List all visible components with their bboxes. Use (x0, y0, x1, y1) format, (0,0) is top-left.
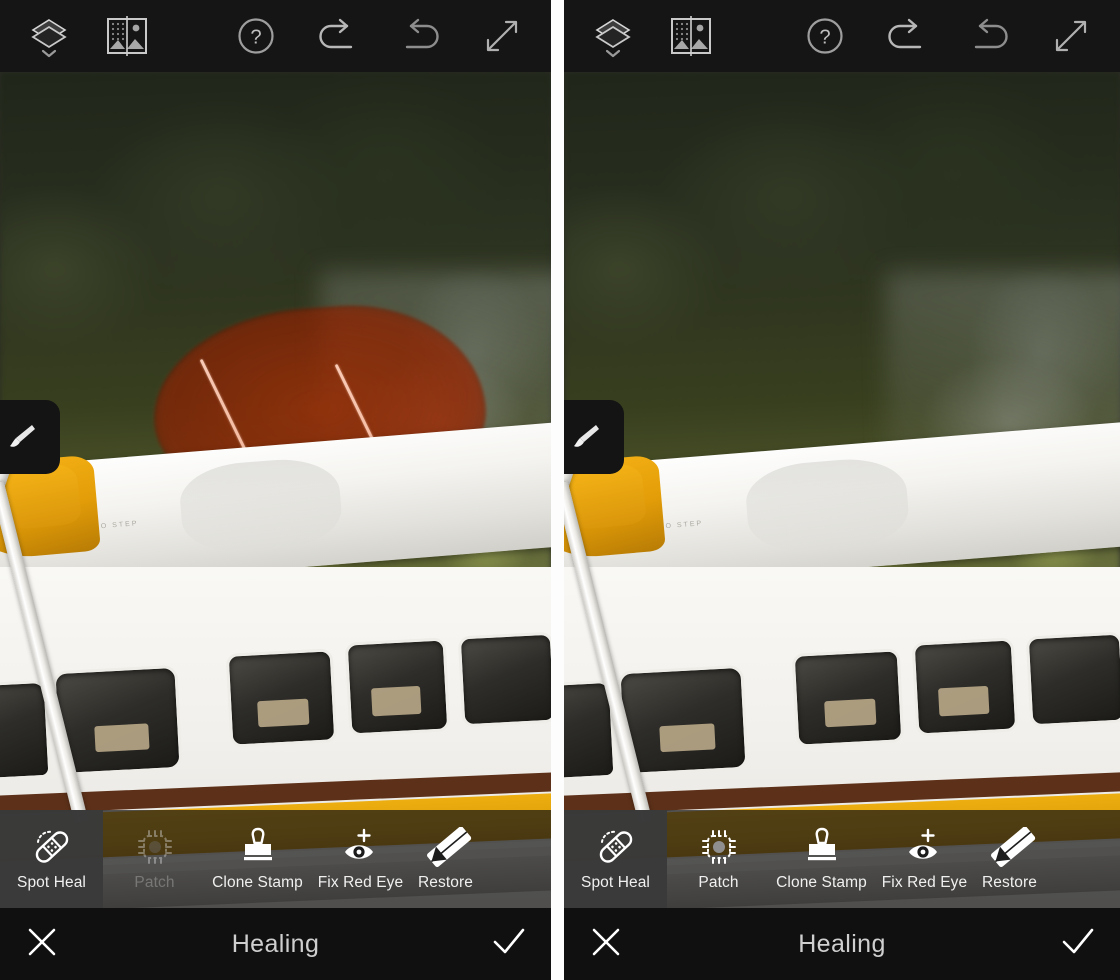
panel-title: Healing (798, 929, 886, 958)
red-eye-icon (902, 827, 948, 867)
patch-icon (697, 827, 741, 867)
layers-icon[interactable] (26, 13, 72, 59)
eraser-icon (984, 826, 1044, 867)
bottom-action-bar: Healing (0, 908, 551, 980)
tool-restore[interactable]: Restore (412, 810, 482, 908)
tool-label: Patch (698, 873, 739, 891)
svg-text:?: ? (819, 27, 830, 49)
patch-icon (133, 827, 177, 867)
top-toolbar: ? (0, 0, 551, 72)
close-icon (22, 922, 62, 967)
brush-icon (565, 415, 609, 459)
bandage-icon (593, 827, 639, 867)
healing-tool-strip: Spot Heal Patch Clone Stamp Fix Red Eye … (0, 810, 551, 908)
confirm-button[interactable] (467, 922, 551, 967)
brush-icon (1, 415, 45, 459)
panel-right: ? NO STEP Spot Heal Patch Clone Stamp Fi… (564, 0, 1120, 980)
cabin-window (1025, 631, 1120, 727)
undo-icon[interactable] (315, 13, 361, 59)
tool-restore[interactable]: Restore (976, 810, 1046, 908)
eraser-icon (420, 826, 480, 867)
tool-clone-stamp[interactable]: Clone Stamp (206, 810, 309, 908)
cancel-button[interactable] (0, 922, 84, 967)
panel-left: ? NO STEP Spot Heal Patch Clone Stamp Fi… (0, 0, 551, 980)
before-after-compare-icon[interactable] (104, 13, 150, 59)
healing-tool-strip: Spot Heal Patch Clone Stamp Fix Red Eye … (564, 810, 1120, 908)
tool-label: Clone Stamp (776, 873, 867, 891)
tool-label: Restore (418, 873, 473, 891)
tool-label: Spot Heal (581, 873, 650, 891)
tool-label: Clone Stamp (212, 873, 303, 891)
tool-label: Fix Red Eye (317, 873, 404, 891)
checkmark-icon (1056, 922, 1100, 967)
help-icon[interactable]: ? (233, 13, 279, 59)
bottom-action-bar: Healing (564, 908, 1120, 980)
red-eye-icon (338, 827, 384, 867)
bandage-icon (29, 827, 75, 867)
stamp-icon (236, 827, 280, 867)
redo-icon[interactable] (397, 13, 443, 59)
tool-fix-red-eye[interactable]: Fix Red Eye (309, 810, 412, 908)
tool-patch[interactable]: Patch (103, 810, 206, 908)
top-toolbar: ? (564, 0, 1120, 72)
fullscreen-icon[interactable] (1048, 13, 1094, 59)
svg-text:?: ? (250, 27, 261, 49)
tool-label: Fix Red Eye (881, 873, 968, 891)
panel-divider (551, 0, 564, 980)
top-toolbar-left-group (590, 0, 714, 72)
tool-clone-stamp[interactable]: Clone Stamp (770, 810, 873, 908)
cabin-window (911, 637, 1019, 738)
before-after-compare-icon[interactable] (668, 13, 714, 59)
tool-spot-heal[interactable]: Spot Heal (564, 810, 667, 908)
undo-icon[interactable] (884, 13, 930, 59)
cancel-button[interactable] (564, 922, 648, 967)
cabin-window (457, 631, 551, 727)
top-toolbar-left-group (26, 0, 150, 72)
tool-label: Patch (134, 873, 175, 891)
checkmark-icon (487, 922, 531, 967)
redo-icon[interactable] (966, 13, 1012, 59)
cabin-window (344, 637, 451, 738)
close-icon (586, 922, 626, 967)
layers-icon[interactable] (590, 13, 636, 59)
tool-label: Spot Heal (17, 873, 86, 891)
panel-title: Healing (231, 929, 320, 958)
fullscreen-icon[interactable] (479, 13, 525, 59)
tool-fix-red-eye[interactable]: Fix Red Eye (873, 810, 976, 908)
tool-patch[interactable]: Patch (667, 810, 770, 908)
dual-panel-comparison: ? NO STEP Spot Heal Patch Clone Stamp Fi… (0, 0, 1120, 980)
help-icon[interactable]: ? (802, 13, 848, 59)
cabin-window (791, 648, 905, 748)
brush-icon-badge[interactable] (0, 400, 60, 474)
top-toolbar-right-group: ? (802, 0, 1094, 72)
tool-label: Restore (982, 873, 1037, 891)
stamp-icon (800, 827, 844, 867)
cabin-window (225, 648, 338, 748)
top-toolbar-right-group: ? (233, 0, 525, 72)
confirm-button[interactable] (1036, 922, 1120, 967)
brush-icon-badge[interactable] (564, 400, 624, 474)
tool-spot-heal[interactable]: Spot Heal (0, 810, 103, 908)
